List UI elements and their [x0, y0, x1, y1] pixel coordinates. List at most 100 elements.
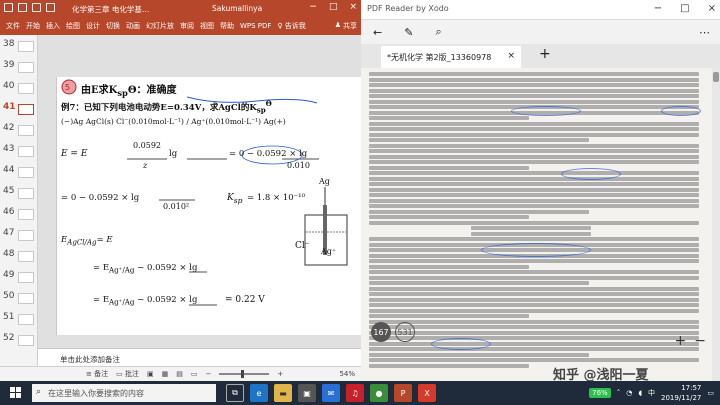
zoom-in-icon[interactable]: +: [277, 370, 283, 378]
task-view-icon[interactable]: ⧉: [226, 384, 244, 402]
redo-icon[interactable]: [32, 3, 41, 12]
netease-music-icon[interactable]: ♫: [346, 384, 364, 402]
back-arrow-icon[interactable]: ←: [373, 26, 382, 39]
equation-2: = 0 − 0.0592 × lg: [61, 193, 140, 203]
ppt-window-title: 化学第三章 电化学基…: [72, 5, 150, 14]
slide-thumbnail-pane[interactable]: 38 39 40 41 42 43 44 45 46 47 48 49 50 51 52: [0, 35, 38, 366]
zoom-slider[interactable]: [219, 370, 270, 378]
document-tab[interactable]: *无机化学 第2版_13360978 ×: [381, 46, 521, 68]
close-icon[interactable]: ×: [349, 2, 357, 12]
pdf-annotation-circle[interactable]: [481, 243, 591, 257]
ksp-result-symbol: Ksp: [227, 193, 242, 205]
mail-icon[interactable]: ✉: [322, 384, 340, 402]
e-agcl-eq: = E: [96, 235, 113, 245]
scrollbar-thumb[interactable]: [713, 72, 719, 82]
current-page-badge[interactable]: 167: [371, 322, 391, 342]
ime-indicator[interactable]: 中: [648, 388, 655, 398]
undo-icon[interactable]: [18, 3, 27, 12]
volume-icon[interactable]: ◖: [638, 389, 642, 397]
reading-view-icon[interactable]: ▤: [176, 370, 183, 378]
minimize-icon[interactable]: −: [654, 3, 662, 14]
slide-thumbnail[interactable]: [18, 335, 34, 346]
clock[interactable]: 17:57 2019/11/27: [661, 383, 701, 403]
pdf-annotation-circle[interactable]: [661, 106, 701, 116]
pdf-text-line: [369, 352, 589, 357]
zoom-level[interactable]: 54%: [339, 370, 355, 378]
tab-animations[interactable]: 动画: [126, 20, 140, 32]
maximize-icon[interactable]: □: [680, 3, 689, 14]
zoom-out-icon[interactable]: −: [694, 333, 706, 349]
tell-me-search[interactable]: ♀ 告诉我: [277, 20, 305, 32]
notifications-icon[interactable]: ▭: [707, 389, 714, 397]
tab-help[interactable]: 帮助: [220, 20, 234, 32]
battery-indicator[interactable]: 76%: [589, 388, 611, 398]
slide-thumbnail[interactable]: [18, 314, 34, 325]
notes-button[interactable]: ≡ 备注: [86, 369, 108, 379]
slide-thumbnail[interactable]: [18, 104, 34, 115]
slide-thumbnail[interactable]: [18, 209, 34, 220]
taskbar-search-box[interactable]: ⌕ 在这里输入你要搜索的内容: [32, 384, 216, 402]
slideshow-icon[interactable]: [46, 3, 55, 12]
windows-start-icon[interactable]: [10, 387, 22, 399]
notes-pane[interactable]: 单击此处添加备注: [38, 348, 361, 366]
slide-thumbnail[interactable]: [18, 62, 34, 73]
tab-wps-pdf[interactable]: WPS PDF: [240, 21, 271, 31]
presenter-view-icon[interactable]: ▭: [191, 370, 198, 378]
close-icon[interactable]: ×: [708, 3, 716, 14]
slide-thumbnail[interactable]: [18, 83, 34, 94]
tab-insert[interactable]: 插入: [46, 20, 60, 32]
sorter-view-icon[interactable]: ▦: [162, 370, 169, 378]
chrome-icon[interactable]: ●: [370, 384, 388, 402]
normal-view-icon[interactable]: ▣: [147, 370, 154, 378]
zoom-out-icon[interactable]: −: [205, 370, 211, 378]
slide-thumbnail[interactable]: [18, 167, 34, 178]
pdf-text-line: [369, 176, 699, 181]
tab-slideshow[interactable]: 幻灯片放: [146, 20, 174, 32]
powerpoint-icon[interactable]: P: [394, 384, 412, 402]
pdf-scrollbar[interactable]: [712, 68, 720, 381]
slide-thumbnail[interactable]: [18, 188, 34, 199]
tab-home[interactable]: 开始: [26, 20, 40, 32]
file-explorer-icon[interactable]: ▬: [274, 384, 292, 402]
comments-button[interactable]: ▭ 批注: [116, 369, 139, 379]
tab-transitions[interactable]: 切换: [106, 20, 120, 32]
slide[interactable]: 5 由E求KspΘ：准确度 例7：已知下列电池电动势E=0.34V，求AgCl的…: [56, 77, 361, 335]
tab-file[interactable]: 文件: [6, 20, 20, 32]
save-icon[interactable]: [4, 3, 13, 12]
slide-thumbnail[interactable]: [18, 293, 34, 304]
pdf-reader-icon[interactable]: X: [418, 384, 436, 402]
tab-close-icon[interactable]: ×: [507, 51, 515, 61]
zoom-slider-knob[interactable]: [241, 370, 245, 378]
heading-marker-number: 5: [65, 83, 70, 92]
slide-thumbnail[interactable]: [18, 230, 34, 241]
store-icon[interactable]: ▣: [298, 384, 316, 402]
ppt-user-name[interactable]: Sakumallinya: [212, 4, 262, 13]
tab-design[interactable]: 设计: [86, 20, 100, 32]
ppt-ribbon-tabs: 文件 开始 插入 绘图 设计 切换 动画 幻灯片放 审阅 视图 帮助 WPS P…: [0, 17, 361, 35]
pdf-annotation-circle[interactable]: [431, 338, 491, 350]
slide-thumbnail[interactable]: [18, 272, 34, 283]
edge-icon[interactable]: e: [250, 384, 268, 402]
more-options-icon[interactable]: ⋯: [699, 26, 710, 39]
pdf-annotation-circle[interactable]: [561, 168, 621, 180]
slide-thumbnail[interactable]: [18, 251, 34, 262]
slide-thumbnail[interactable]: [18, 125, 34, 136]
maximize-icon[interactable]: □: [329, 2, 338, 12]
edit-pen-icon[interactable]: ✎: [404, 26, 413, 39]
slide-thumbnail[interactable]: [18, 41, 34, 52]
equation-1-lg: lg: [169, 149, 178, 159]
tab-review[interactable]: 审阅: [180, 20, 194, 32]
search-icon[interactable]: ⌕: [435, 25, 441, 39]
tab-draw[interactable]: 绘图: [66, 20, 80, 32]
pdf-text-line: [369, 209, 589, 214]
minimize-icon[interactable]: −: [309, 2, 317, 12]
chevron-up-icon[interactable]: ˄: [617, 389, 621, 397]
share-button[interactable]: ♟ 共享: [335, 21, 357, 31]
pdf-text-line: [369, 275, 699, 280]
tab-view[interactable]: 视图: [200, 20, 214, 32]
network-icon[interactable]: ◔: [626, 389, 632, 397]
pdf-annotation-circle[interactable]: [511, 106, 581, 116]
zoom-in-icon[interactable]: +: [675, 333, 687, 349]
slide-thumbnail[interactable]: [18, 146, 34, 157]
new-tab-icon[interactable]: +: [539, 46, 551, 62]
